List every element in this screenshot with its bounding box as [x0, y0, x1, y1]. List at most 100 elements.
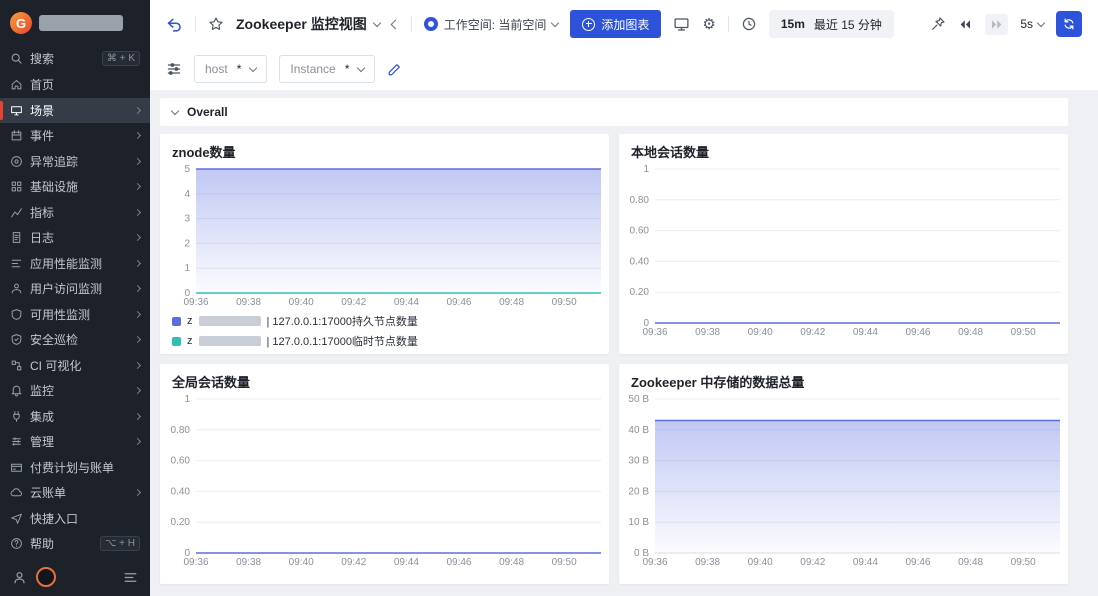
add-chart-button[interactable]: 添加图表	[570, 10, 661, 38]
pin-icon[interactable]	[930, 16, 946, 32]
sidebar-item-label: 基础设施	[30, 178, 128, 195]
chart-panel-local-sessions[interactable]: 本地会话数量 00.200.400.600.80109:3609:3809:40…	[619, 134, 1068, 354]
svg-text:09:44: 09:44	[394, 297, 419, 308]
svg-text:10 B: 10 B	[628, 517, 649, 528]
sidebar-item-label: CI 可视化	[30, 357, 128, 374]
chevron-right-icon	[134, 438, 141, 445]
history-icon[interactable]	[741, 16, 757, 32]
edit-pencil-icon[interactable]	[387, 62, 402, 77]
chart-plot[interactable]: 00.200.400.600.80109:3609:3809:4009:4209…	[160, 393, 609, 569]
divider	[195, 16, 196, 32]
instance-filter-label: Instance	[290, 62, 335, 76]
sidebar-item-event[interactable]: 事件	[0, 123, 150, 149]
svg-text:0.40: 0.40	[171, 486, 191, 497]
instance-filter-select[interactable]: Instance *	[279, 55, 375, 83]
divider	[411, 16, 412, 32]
chart-panel-global-sessions[interactable]: 全局会话数量 00.200.400.600.80109:3609:3809:40…	[160, 364, 609, 584]
sidebar-item-label: 事件	[30, 127, 128, 144]
brand-logo-row[interactable]: G	[0, 0, 150, 44]
sidebar-item-apm[interactable]: 应用性能监测	[0, 251, 150, 277]
svg-text:09:40: 09:40	[289, 557, 314, 568]
user-avatar[interactable]	[36, 567, 56, 587]
sidebar-item-trace[interactable]: 异常追踪	[0, 149, 150, 175]
host-filter-select[interactable]: host *	[194, 55, 267, 83]
star-favorite-icon[interactable]	[208, 16, 224, 32]
svg-text:2: 2	[184, 238, 190, 249]
legend-swatch	[172, 317, 181, 326]
svg-text:09:44: 09:44	[853, 557, 878, 568]
undo-icon[interactable]	[166, 16, 183, 33]
sidebar-item-ci[interactable]: CI 可视化	[0, 353, 150, 379]
sidebar-item-integration[interactable]: 集成	[0, 404, 150, 430]
svg-text:09:42: 09:42	[800, 327, 825, 338]
svg-text:09:46: 09:46	[905, 557, 930, 568]
chevron-left-icon[interactable]	[390, 19, 400, 29]
infra-icon	[10, 180, 23, 193]
chart-plot[interactable]: 0 B10 B20 B30 B40 B50 B09:3609:3809:4009…	[619, 393, 1068, 569]
settings-gear-icon[interactable]: ⚙	[702, 17, 715, 32]
refresh-interval-selector[interactable]: 5s	[1020, 17, 1044, 31]
chart-plot[interactable]: 01234509:3609:3809:4009:4209:4409:4609:4…	[160, 163, 609, 309]
svg-text:09:38: 09:38	[695, 327, 720, 338]
sidebar-item-label: 付费计划与账单	[30, 459, 140, 476]
sidebar-item-manage[interactable]: 管理	[0, 429, 150, 455]
rewind-icon[interactable]	[958, 17, 973, 32]
main-area: Zookeeper 监控视图 工作空间: 当前空间 添加图表 ⚙	[150, 0, 1098, 596]
svg-text:09:42: 09:42	[341, 297, 366, 308]
section-overall-header[interactable]: Overall	[160, 98, 1068, 126]
divider	[728, 16, 729, 32]
user-profile-icon[interactable]	[12, 570, 27, 585]
svg-text:09:44: 09:44	[853, 327, 878, 338]
dashboard-content: Overall znode数量 01234509:3609:3809:4009:…	[150, 90, 1098, 596]
sidebar-search[interactable]: 搜索 ⌘ + K	[0, 44, 150, 72]
sidebar-item-log[interactable]: 日志	[0, 225, 150, 251]
instance-filter-value: *	[345, 62, 350, 76]
forward-icon[interactable]	[985, 14, 1008, 35]
sidebar-item-rum[interactable]: 用户访问监测	[0, 276, 150, 302]
legend-item[interactable]: z| 127.0.0.1:17000临时节点数量	[172, 331, 597, 351]
chart-legend: z| 127.0.0.1:17000持久节点数量z| 127.0.0.1:170…	[160, 309, 609, 353]
svg-text:09:50: 09:50	[552, 557, 577, 568]
workspace-selector[interactable]: 工作空间: 当前空间	[424, 16, 559, 33]
sidebar-item-metric[interactable]: 指标	[0, 200, 150, 226]
filter-icon[interactable]	[166, 61, 182, 77]
legend-item[interactable]: z| 127.0.0.1:17000持久节点数量	[172, 311, 597, 331]
toolbar: Zookeeper 监控视图 工作空间: 当前空间 添加图表 ⚙	[150, 0, 1098, 48]
chevron-down-icon	[372, 18, 380, 26]
shortcut-badge: ⌥ + H	[100, 536, 140, 551]
sidebar-item-monitor[interactable]: 监控	[0, 378, 150, 404]
legend-redacted-text	[199, 316, 261, 326]
chevron-right-icon	[134, 107, 141, 114]
chart-panel-znode-count[interactable]: znode数量 01234509:3609:3809:4009:4209:440…	[160, 134, 609, 354]
chart-panel-data-size[interactable]: Zookeeper 中存储的数据总量 0 B10 B20 B30 B40 B50…	[619, 364, 1068, 584]
sidebar-item-cloud-billing[interactable]: 云账单	[0, 480, 150, 506]
chevron-right-icon	[134, 158, 141, 165]
svg-text:3: 3	[184, 214, 190, 225]
sidebar-item-infra[interactable]: 基础设施	[0, 174, 150, 200]
chart-plot[interactable]: 00.200.400.600.80109:3609:3809:4009:4209…	[619, 163, 1068, 339]
sidebar-item-availability[interactable]: 可用性监测	[0, 302, 150, 328]
refresh-button[interactable]	[1056, 11, 1082, 37]
fullscreen-monitor-icon[interactable]	[673, 16, 690, 33]
sidebar-item-billing[interactable]: 付费计划与账单	[0, 455, 150, 481]
sidebar-item-security[interactable]: 安全巡检	[0, 327, 150, 353]
view-title-dropdown[interactable]: Zookeeper 监控视图	[236, 14, 380, 34]
chart-title: Zookeeper 中存储的数据总量	[619, 364, 1068, 393]
charts-grid: znode数量 01234509:3609:3809:4009:4209:440…	[160, 134, 1068, 584]
time-range-selector[interactable]: 15m 最近 15 分钟	[769, 10, 894, 38]
section-title: Overall	[187, 105, 228, 119]
sidebar-item-home[interactable]: 首页	[0, 72, 150, 98]
collapse-sidebar-icon[interactable]	[123, 570, 138, 585]
svg-text:09:46: 09:46	[446, 557, 471, 568]
svg-text:09:36: 09:36	[183, 557, 208, 568]
sidebar-item-label: 用户访问监测	[30, 280, 128, 297]
sidebar-item-help[interactable]: 帮助⌥ + H	[0, 531, 150, 557]
metric-icon	[10, 206, 23, 219]
brand-logo-icon: G	[10, 12, 32, 34]
sidebar-item-label: 首页	[30, 76, 140, 93]
chevron-down-icon	[551, 18, 559, 26]
chevron-right-icon	[134, 209, 141, 216]
sidebar-item-quick-entry[interactable]: 快捷入口	[0, 506, 150, 532]
chevron-right-icon	[134, 362, 141, 369]
sidebar-item-scene[interactable]: 场景	[0, 98, 150, 124]
